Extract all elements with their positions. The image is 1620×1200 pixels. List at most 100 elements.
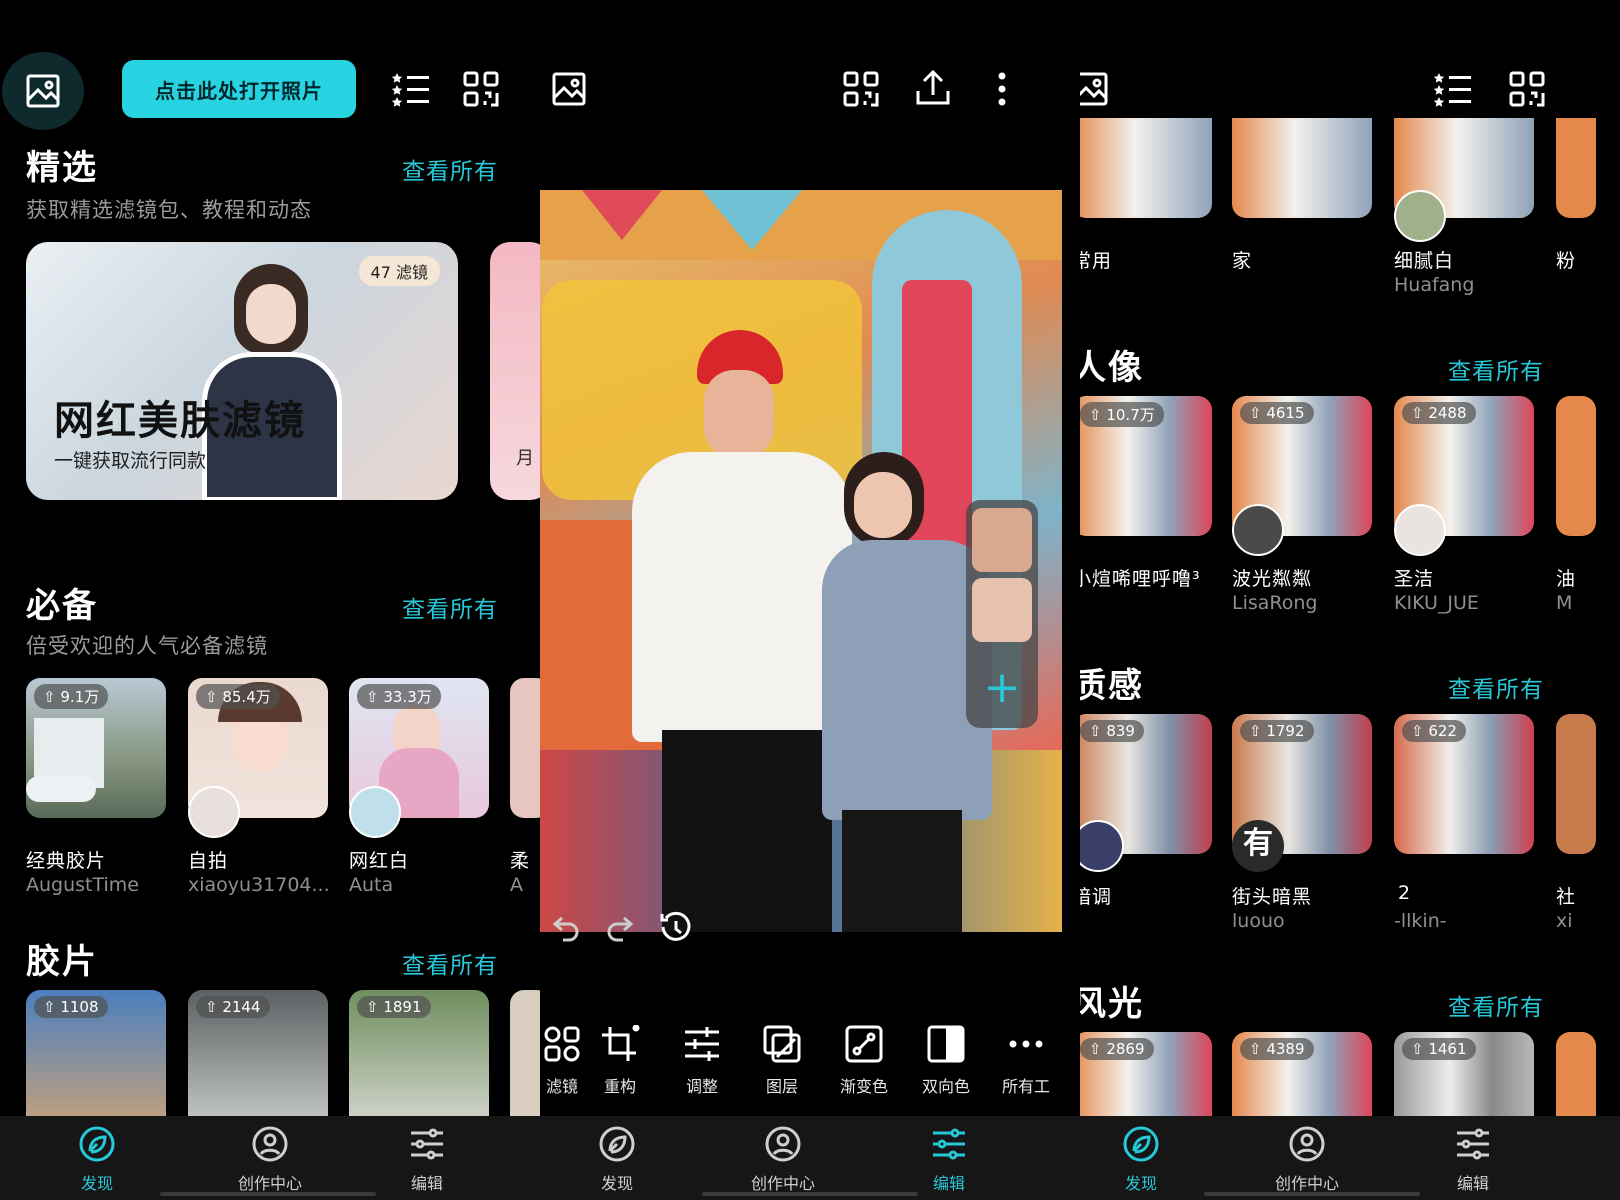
- filter-thumb[interactable]: ⇧ 2144: [188, 990, 328, 1130]
- nav-discover[interactable]: 发现: [1086, 1124, 1196, 1194]
- nav-edit[interactable]: 编辑: [372, 1124, 482, 1194]
- qr-code-icon[interactable]: [838, 66, 884, 112]
- filter-store-panel: 常用 家 细腻白 Huafang 粉 人像 查看所有 ⇧ 10.7万 ⇧ 461…: [1080, 0, 1620, 1200]
- filter-thumb-peek[interactable]: [510, 990, 540, 1130]
- card-badge: 47 滤镜: [358, 256, 440, 286]
- tool-adjust[interactable]: 调整: [662, 1025, 742, 1097]
- usage-badge: ⇧ 622: [1402, 720, 1466, 742]
- discover-panel: 点击此处打开照片 精选 查看所有 获取精选滤镜包、教程和动态 47 滤镜 网红美…: [0, 0, 540, 1200]
- editor-panel: + 滤镜 重构 调整 图层 渐变色 双向色 所有工 发现 创作中心 编辑: [540, 0, 1080, 1200]
- nav-edit[interactable]: 编辑: [1418, 1124, 1528, 1194]
- more-vertical-icon[interactable]: [982, 66, 1022, 112]
- see-all-link[interactable]: 查看所有: [402, 590, 498, 624]
- usage-count: 1792: [1266, 722, 1305, 740]
- bottom-nav: 发现 创作中心 编辑: [0, 1116, 540, 1200]
- filter-author: -llkin-: [1394, 910, 1447, 932]
- filter-name: 暗调: [1080, 886, 1113, 908]
- nav-discover[interactable]: 发现: [562, 1124, 672, 1194]
- nav-edit[interactable]: 编辑: [894, 1124, 1004, 1194]
- layers-icon: [763, 1025, 801, 1063]
- share-icon[interactable]: [910, 64, 956, 112]
- filter-thumb[interactable]: [1232, 118, 1372, 218]
- open-photo-button[interactable]: 点击此处打开照片: [122, 60, 356, 118]
- filter-name: 网红白: [349, 850, 410, 872]
- nav-discover[interactable]: 发现: [42, 1124, 152, 1194]
- image-icon[interactable]: [546, 66, 592, 112]
- bottom-nav: 发现 创作中心 编辑: [540, 1116, 1080, 1200]
- filter-thumb[interactable]: ⇧ 9.1万: [26, 678, 166, 818]
- section-subtitle: 倍受欢迎的人气必备滤镜: [26, 634, 268, 658]
- home-indicator: [1204, 1192, 1420, 1196]
- qr-code-icon[interactable]: [1504, 66, 1550, 112]
- leaf-icon: [79, 1126, 115, 1162]
- qr-code-icon[interactable]: [458, 66, 504, 112]
- usage-badge: ⇧ 2869: [1080, 1038, 1154, 1060]
- card-subtitle: 一键获取流行同款: [54, 450, 207, 472]
- filter-name: 社: [1556, 886, 1577, 908]
- filter-thumb-peek[interactable]: [1556, 396, 1596, 536]
- star-list-icon[interactable]: [388, 66, 434, 112]
- card-title: 网红美肤滤镜: [54, 398, 306, 444]
- undo-icon[interactable]: [546, 908, 586, 948]
- featured-card[interactable]: 47 滤镜 网红美肤滤镜 一键获取流行同款: [26, 242, 458, 500]
- filter-author: xi: [1556, 910, 1573, 932]
- filter-thumb[interactable]: ⇧ 1891: [349, 990, 489, 1130]
- filter-thumb[interactable]: ⇧ 622: [1394, 714, 1534, 854]
- home-indicator: [702, 1192, 918, 1196]
- filter-thumb[interactable]: ⇧ 1108: [26, 990, 166, 1130]
- filter-thumb[interactable]: [1080, 118, 1212, 218]
- tool-crop[interactable]: 重构: [580, 1024, 660, 1097]
- usage-count: 85.4万: [222, 688, 271, 706]
- see-all-link[interactable]: 查看所有: [402, 946, 498, 980]
- featured-card-peek[interactable]: 月: [490, 242, 540, 500]
- tool-label: 调整: [685, 1077, 718, 1096]
- filter-name: 街头暗黑: [1232, 886, 1313, 908]
- bottom-nav: 发现 创作中心 编辑: [1080, 1116, 1620, 1200]
- usage-count: 1108: [60, 998, 99, 1016]
- author-avatar: [1080, 820, 1124, 872]
- redo-icon[interactable]: [600, 908, 640, 948]
- image-icon[interactable]: [2, 52, 84, 130]
- user-circle-icon: [1289, 1126, 1325, 1162]
- author-avatar: [188, 786, 240, 838]
- tool-layers[interactable]: 图层: [742, 1025, 822, 1097]
- tool-label: 图层: [765, 1077, 798, 1096]
- see-all-link[interactable]: 查看所有: [1448, 670, 1544, 704]
- nav-creator[interactable]: 创作中心: [215, 1124, 325, 1194]
- usage-badge: ⇧ 2488: [1402, 402, 1476, 424]
- star-list-icon[interactable]: [1430, 66, 1476, 112]
- filter-author: Huafang: [1394, 274, 1475, 296]
- history-icon[interactable]: [654, 906, 698, 950]
- filter-author: xiaoyu31704...: [188, 874, 330, 896]
- tool-duotone[interactable]: 双向色: [906, 1025, 986, 1097]
- filter-name: 细腻白: [1394, 250, 1455, 272]
- see-all-link[interactable]: 查看所有: [402, 152, 498, 186]
- image-icon[interactable]: [1080, 66, 1114, 112]
- filter-thumb[interactable]: ⇧ 10.7万: [1080, 396, 1212, 536]
- author-avatar: [349, 786, 401, 838]
- usage-count: 4389: [1266, 1040, 1305, 1058]
- tool-gradient[interactable]: 渐变色: [824, 1025, 904, 1097]
- tool-all[interactable]: 所有工: [986, 1025, 1066, 1097]
- nav-creator[interactable]: 创作中心: [1252, 1124, 1362, 1194]
- filter-thumb-peek[interactable]: [510, 678, 540, 818]
- nav-creator[interactable]: 创作中心: [728, 1124, 838, 1194]
- filter-thumb-peek[interactable]: [1556, 118, 1596, 218]
- usage-badge: ⇧ 9.1万: [34, 684, 109, 709]
- filter-author: luouo: [1232, 910, 1285, 932]
- filter-name: 自拍: [188, 850, 229, 872]
- see-all-link[interactable]: 查看所有: [1448, 988, 1544, 1022]
- face-thumb[interactable]: [972, 508, 1032, 572]
- usage-count: 9.1万: [60, 688, 100, 706]
- face-thumb[interactable]: [972, 578, 1032, 642]
- usage-badge: ⇧ 4389: [1240, 1038, 1314, 1060]
- filter-thumb-peek[interactable]: [1556, 714, 1596, 854]
- filter-author: KIKU_JUE: [1394, 592, 1479, 614]
- sliders-icon: [685, 1027, 719, 1061]
- filter-icon: [544, 1026, 580, 1062]
- see-all-link[interactable]: 查看所有: [1448, 352, 1544, 386]
- author-avatar: [1232, 504, 1284, 556]
- sliders-icon: [933, 1128, 965, 1160]
- section-title-scenery: 风光: [1080, 984, 1144, 1024]
- add-face-button[interactable]: +: [966, 656, 1038, 720]
